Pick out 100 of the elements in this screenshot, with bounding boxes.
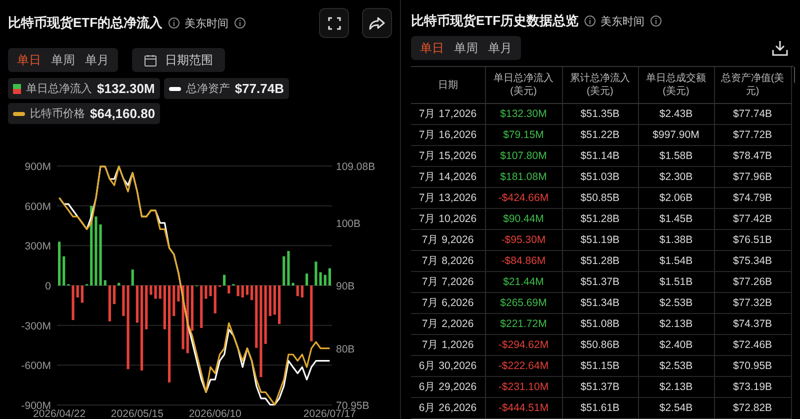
table-cell: $72.46B: [714, 334, 791, 356]
table-cell: $2.13B: [638, 314, 714, 334]
date-cell: 7月 13,2026: [411, 188, 485, 208]
bar: [76, 286, 79, 298]
timezone-label: 美东时间: [600, 14, 645, 28]
table-cell: $51.37B: [562, 376, 638, 398]
info-icon[interactable]: [584, 15, 596, 27]
table-cell: $51.37B: [562, 272, 638, 292]
table-cell: $77.72B: [714, 124, 791, 146]
date-cell: 7月 9,2026: [411, 230, 485, 250]
table-cell: $1.58B: [638, 146, 714, 166]
table-cell: $73.19B: [714, 376, 791, 398]
table-cell: $221.72M: [485, 314, 562, 334]
axis-label: 2026/06/10: [188, 408, 242, 419]
column-header: 单日总净流入(美元): [485, 67, 562, 104]
download-icon[interactable]: [772, 40, 788, 56]
table-cell: $51.28B: [562, 208, 638, 230]
bar: [287, 250, 290, 286]
bar: [145, 286, 148, 330]
timezone-label: 美东时间: [184, 16, 229, 30]
table-cell: $77.96B: [714, 166, 791, 188]
bar: [214, 286, 216, 314]
table-cell: $2.43B: [638, 104, 714, 124]
table-cell: $77.42B: [714, 208, 791, 230]
table-cell: $181.08M: [485, 166, 562, 188]
info-icon[interactable]: [650, 15, 662, 27]
bar: [168, 286, 171, 382]
table-cell: $74.37B: [714, 314, 791, 334]
axis-label: 600M: [24, 200, 51, 213]
fullscreen-button[interactable]: [319, 8, 349, 38]
bar: [122, 286, 125, 316]
legend-value: $64,160.80: [90, 106, 156, 121]
axis-label: 2026/07/17: [303, 408, 356, 419]
bar: [99, 224, 102, 286]
bar: [282, 256, 286, 286]
legend-value: $77.74B: [234, 81, 284, 96]
table-cell: $51.19B: [562, 230, 638, 250]
period-tab[interactable]: 单月: [483, 40, 517, 56]
bar: [255, 286, 258, 348]
table-cell: $90.44M: [485, 208, 562, 230]
date-cell: 7月 10,2026: [411, 208, 485, 230]
table-cell: $107.80M: [485, 146, 562, 166]
table-cell: $51.22B: [562, 124, 638, 146]
date-cell: 7月 17,2026: [411, 104, 485, 124]
bar: [200, 286, 203, 328]
table-cell: $997.90M: [638, 124, 714, 146]
axis-label: 90B: [336, 280, 355, 293]
table-cell: -$294.62M: [485, 334, 562, 356]
bar: [305, 274, 308, 286]
column-header: 累计总净流入(美元): [562, 67, 638, 104]
date-range-button[interactable]: 日期范围: [132, 48, 225, 72]
bar: [228, 286, 230, 294]
info-icon[interactable]: [168, 17, 180, 29]
bar: [136, 286, 139, 323]
date-cell: 7月 14,2026: [411, 166, 485, 188]
table-cell: -$95.30M: [485, 230, 562, 250]
table-cell: $2.53B: [638, 292, 714, 314]
column-header: 日期: [411, 67, 485, 104]
share-icon: [369, 16, 385, 30]
period-tab[interactable]: 单周: [46, 52, 80, 68]
table-cell: $76.51B: [714, 230, 791, 250]
bar: [273, 286, 276, 315]
period-tab[interactable]: 单月: [80, 52, 114, 68]
bar: [190, 286, 194, 331]
bar: [310, 286, 313, 342]
table-cell: $21.44M: [485, 272, 562, 292]
table-cell: $265.69M: [485, 292, 562, 314]
table-cell: $2.54B: [638, 398, 714, 418]
axis-label: 900M: [24, 161, 51, 173]
bar: [300, 286, 304, 298]
table-cell: $79.15M: [485, 124, 562, 146]
axis-label: 2026/05/15: [110, 408, 164, 419]
axis-label: 2026/04/22: [33, 408, 86, 419]
period-tab[interactable]: 单日: [12, 52, 46, 68]
period-tab[interactable]: 单周: [449, 40, 483, 56]
period-tab[interactable]: 单日: [415, 40, 449, 56]
bar: [246, 286, 249, 295]
share-button[interactable]: [362, 8, 392, 38]
bar: [324, 274, 326, 286]
bar: [204, 286, 208, 299]
table-cell: $2.13B: [638, 376, 714, 398]
table-cell: $70.95B: [714, 356, 791, 376]
date-cell: 7月 2,2026: [411, 314, 485, 334]
table-cell: $1.45B: [638, 208, 714, 230]
legend-label: 单日总净流入: [26, 82, 92, 96]
bar: [209, 286, 212, 296]
bar: [250, 286, 254, 300]
bar: [268, 286, 272, 316]
bar: [80, 286, 84, 303]
table-cell: $77.26B: [714, 272, 791, 292]
legend-bars-icon: [13, 84, 21, 94]
table-cell: $51.35B: [562, 104, 638, 124]
bar: [112, 286, 116, 304]
bar: [131, 270, 134, 286]
table-cell: $1.51B: [638, 272, 714, 292]
table-cell: $74.79B: [714, 188, 791, 208]
bar: [314, 262, 318, 286]
info-icon[interactable]: [234, 17, 246, 29]
bar: [154, 286, 157, 299]
bar: [94, 216, 98, 286]
